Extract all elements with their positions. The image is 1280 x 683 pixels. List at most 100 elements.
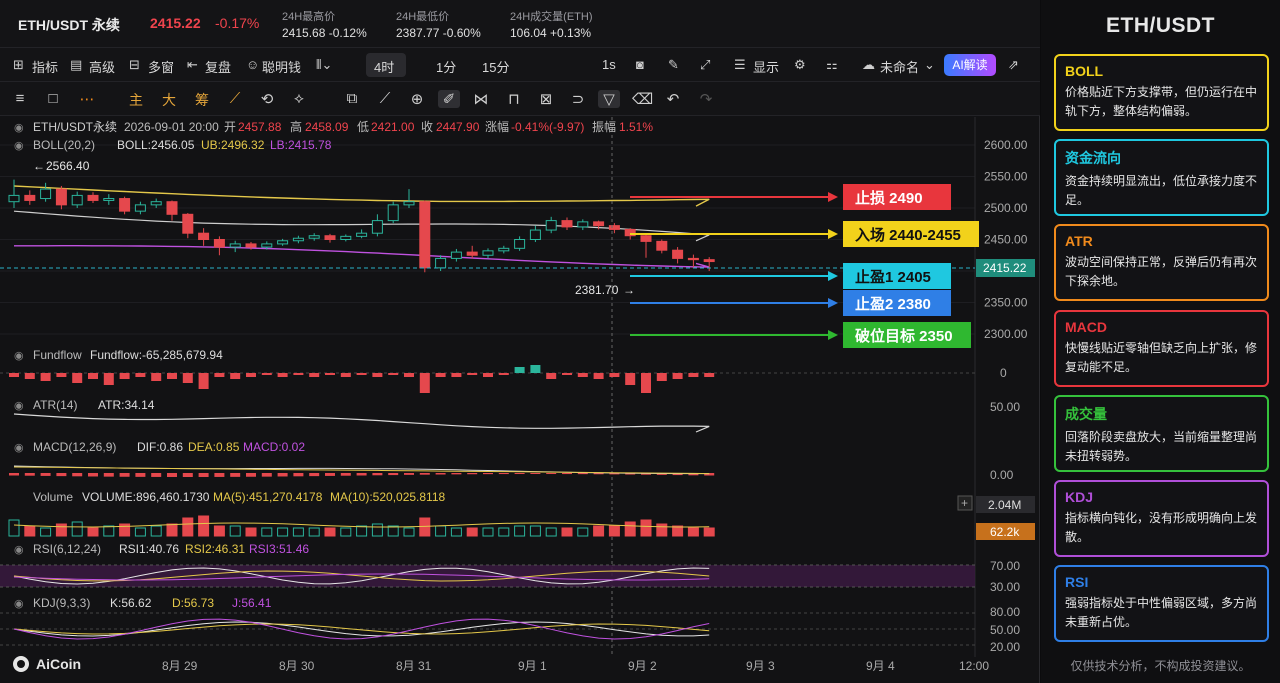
fundflow-bar <box>325 373 335 375</box>
brand-name: AiCoin <box>36 656 81 672</box>
low-label: 低 <box>357 120 369 134</box>
brush-icon[interactable]: ⟡ <box>290 90 308 107</box>
kline-chart[interactable]: ◉ ETH/USDT永续 2026-09-01 20:00 开 2457.88 … <box>0 117 1040 683</box>
trash-icon[interactable]: ⌫ <box>632 90 653 108</box>
fundflow-bar <box>625 373 636 385</box>
display-icon: ☰ <box>734 57 746 72</box>
fundflow-bar <box>119 373 130 379</box>
layout-name-select[interactable]: 未命名 <box>880 57 919 76</box>
eye-icon[interactable]: ◉ <box>14 400 24 412</box>
template-icon[interactable]: ⊠ <box>537 90 555 108</box>
filter-icon[interactable]: ▽ <box>598 90 620 108</box>
macd-dea: DEA:0.85 <box>188 440 240 454</box>
square-icon[interactable]: □ <box>44 90 62 107</box>
timeframe-1m[interactable]: 1分 <box>436 57 456 76</box>
smart-money-button[interactable]: 聪明钱 <box>262 57 301 76</box>
ticker-bar: ETH/USDT 永续 2415.22 -0.17% 24H最高价 2415.6… <box>0 0 1040 48</box>
ai-interpret-button[interactable]: AI解读 <box>944 54 996 76</box>
kdj-name: KDJ(9,3,3) <box>33 596 90 610</box>
ruler-icon[interactable]: ⟋ <box>376 90 394 107</box>
redo-icon[interactable]: ↷ <box>697 90 715 108</box>
time-axis-label: 8月 29 <box>162 659 198 673</box>
main-chart-toggle[interactable]: 主 <box>127 90 145 110</box>
multi-window-button[interactable]: 多窗 <box>148 57 174 76</box>
macd-bar <box>498 473 509 475</box>
candle-type-icon[interactable]: ⫴⌄ <box>316 57 332 73</box>
fundflow-bar <box>293 373 304 375</box>
gear-icon[interactable]: ⚙ <box>794 57 806 73</box>
advanced-icon: ▤ <box>70 57 83 72</box>
eye-icon[interactable]: ◉ <box>14 122 24 134</box>
eye-icon[interactable]: ◉ <box>14 350 24 362</box>
zoom-icon[interactable]: ⊕ <box>408 90 426 108</box>
advanced-button[interactable]: 高级 <box>89 57 115 76</box>
macd-bar <box>356 473 367 476</box>
replay-icon: ⇤ <box>187 57 198 72</box>
close-label: 收 <box>421 120 433 134</box>
macd-name: MACD(12,26,9) <box>33 440 116 454</box>
pattern-icon[interactable]: ⋈ <box>472 90 490 108</box>
stat-high-value: 2415.68 -0.12% <box>282 26 367 40</box>
macd-bar <box>56 473 67 477</box>
candle-body <box>213 239 225 248</box>
fundflow-bar <box>340 373 351 377</box>
display-button[interactable]: 显示 <box>753 57 779 76</box>
layout-icon[interactable]: ⚏ <box>826 57 838 73</box>
expand-icon[interactable]: ⤢ <box>700 57 710 73</box>
chip-toggle[interactable]: 筹 <box>193 90 211 110</box>
macd-bar <box>546 473 557 475</box>
eye-icon[interactable]: ◉ <box>14 442 24 454</box>
replay-button[interactable]: 复盘 <box>205 57 231 76</box>
chart-canvas[interactable]: ◉ ETH/USDT永续 2026-09-01 20:00 开 2457.88 … <box>0 117 1040 683</box>
candle-body <box>687 257 699 261</box>
magnet-icon[interactable]: ⊃ <box>569 90 587 108</box>
fundflow-bar <box>388 373 399 375</box>
candle-body <box>703 259 715 263</box>
fundflow-bar <box>593 373 604 379</box>
eye-icon[interactable]: ◉ <box>14 598 24 610</box>
price-axis-label: 2500.00 <box>984 201 1028 215</box>
volume-bar <box>561 527 573 537</box>
edit-icon[interactable]: ✎ <box>668 57 679 73</box>
menu-icon[interactable]: ≡ <box>11 90 29 107</box>
macd-bar <box>151 473 162 477</box>
rsi-2: RSI2:46.31 <box>185 542 245 556</box>
fundflow-bar <box>214 373 225 377</box>
share-icon[interactable]: ⇗ <box>1008 57 1019 73</box>
big-order-toggle[interactable]: 大 <box>160 90 178 110</box>
fundflow-bar <box>88 373 98 379</box>
macd-bar <box>246 473 256 477</box>
volume-bar <box>608 525 620 537</box>
timeframe-1s[interactable]: 1s <box>602 57 616 72</box>
candle-body <box>103 198 115 201</box>
volume-bar <box>229 525 241 537</box>
pen-icon[interactable]: ✐ <box>438 90 460 108</box>
volume-bar <box>435 525 447 537</box>
volume-ma5: MA(5):451,270.4178 <box>213 490 323 504</box>
chevron-down-icon[interactable]: ⌄ <box>924 57 935 73</box>
eye-icon[interactable]: ◉ <box>14 140 24 152</box>
copy-icon[interactable]: ⧉ <box>343 90 361 107</box>
timeframe-4h[interactable]: 4时 <box>374 57 394 76</box>
multi-window-icon: ⊟ <box>129 57 140 72</box>
camera-icon[interactable]: ◙ <box>636 57 644 72</box>
macd-bar <box>483 473 493 475</box>
sync-icon[interactable]: ⟲ <box>258 90 276 108</box>
volume-ma10: MA(10):520,025.8118 <box>330 490 446 504</box>
analysis-card-title: 成交量 <box>1065 405 1107 422</box>
lock-icon[interactable]: ⊓ <box>505 90 523 108</box>
macd-bar <box>372 473 383 476</box>
eye-icon[interactable]: ◉ <box>14 544 24 556</box>
signal-icon[interactable]: ⟋ <box>226 90 244 107</box>
undo-icon[interactable]: ↶ <box>664 90 682 108</box>
time-axis-label: 9月 3 <box>746 659 775 673</box>
fundflow-bar <box>672 373 683 379</box>
fundflow-bar <box>261 373 272 375</box>
indicators-button[interactable]: 指标 <box>32 57 58 76</box>
macd-bar <box>167 473 177 477</box>
dots-icon[interactable]: ⋯ <box>78 90 96 108</box>
timeframe-15m[interactable]: 15分 <box>482 57 509 76</box>
analysis-card-body: 波动空间保持正常，反弹后仍有再次下探余地。 <box>1065 255 1258 289</box>
close-value: 2447.90 <box>436 120 480 134</box>
symbol-title[interactable]: ETH/USDT 永续 <box>18 15 120 35</box>
